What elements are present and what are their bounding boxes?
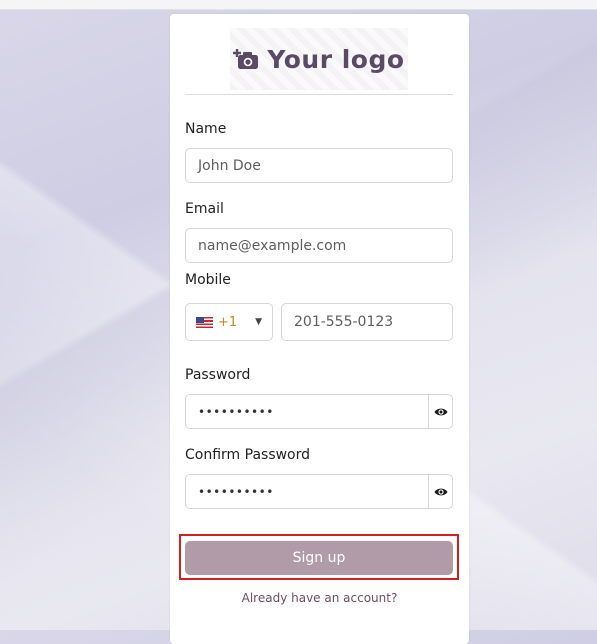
mobile-input[interactable]: 201-555-0123 bbox=[281, 303, 453, 341]
logo-text: Your logo bbox=[267, 44, 405, 74]
password-visibility-toggle[interactable] bbox=[428, 395, 452, 428]
confirm-password-visibility-toggle[interactable] bbox=[428, 475, 452, 508]
password-label: Password bbox=[185, 367, 251, 383]
name-label: Name bbox=[185, 121, 227, 137]
login-link[interactable]: Already have an account? bbox=[170, 591, 469, 605]
name-input[interactable]: John Doe bbox=[185, 148, 453, 183]
name-placeholder: John Doe bbox=[198, 157, 261, 174]
confirm-password-field[interactable]: •••••••••• bbox=[185, 474, 453, 509]
signup-card: Your logo Name John Doe Email name@examp… bbox=[170, 14, 469, 644]
email-placeholder: name@example.com bbox=[198, 237, 347, 254]
divider bbox=[185, 94, 453, 95]
mobile-label: Mobile bbox=[185, 272, 231, 288]
logo: Your logo bbox=[230, 28, 408, 90]
password-field[interactable]: •••••••••• bbox=[185, 394, 453, 429]
dial-code: +1 bbox=[218, 314, 238, 330]
password-input[interactable]: •••••••••• bbox=[186, 405, 428, 419]
email-input[interactable]: name@example.com bbox=[185, 228, 453, 263]
signup-button[interactable]: Sign up bbox=[185, 541, 453, 575]
mobile-placeholder: 201-555-0123 bbox=[294, 314, 394, 330]
country-code-select[interactable]: +1 ▼ bbox=[185, 303, 273, 341]
camera-plus-icon bbox=[233, 48, 259, 70]
top-bar bbox=[0, 0, 597, 10]
confirm-password-input[interactable]: •••••••••• bbox=[186, 485, 428, 499]
email-label: Email bbox=[185, 201, 224, 217]
eye-icon bbox=[434, 488, 447, 495]
confirm-password-label: Confirm Password bbox=[185, 447, 311, 463]
us-flag-icon bbox=[196, 316, 213, 328]
eye-icon bbox=[434, 408, 447, 415]
chevron-down-icon: ▼ bbox=[255, 317, 262, 327]
